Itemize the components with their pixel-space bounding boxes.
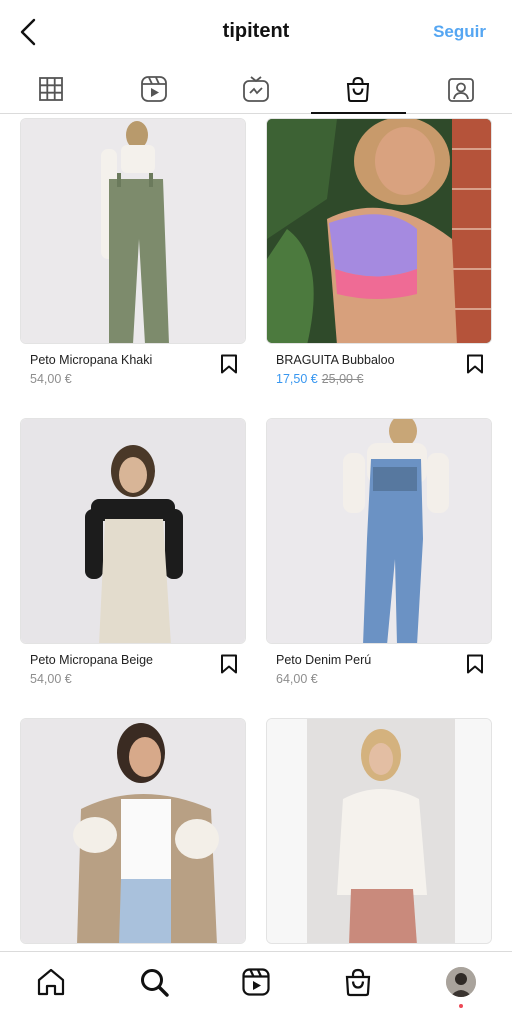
product-image[interactable] xyxy=(266,418,492,644)
app-header: tipitent Seguir xyxy=(0,0,512,64)
product-sale-price: 17,50 €25,00 € xyxy=(276,372,363,386)
search-icon xyxy=(140,969,169,997)
product-price: 54,00 € xyxy=(30,372,72,386)
tab-igtv[interactable] xyxy=(205,64,307,113)
notification-dot xyxy=(458,1004,463,1008)
tab-reels[interactable] xyxy=(102,64,204,113)
reels-icon xyxy=(140,75,167,102)
product-price: 64,00 € xyxy=(276,672,318,686)
nav-search[interactable] xyxy=(102,952,204,1024)
reels-icon xyxy=(242,968,270,996)
bottom-nav xyxy=(0,951,512,1024)
product-info: BRAGUITA Bubbaloo 17,50 €25,00 € xyxy=(266,344,494,404)
tab-shop[interactable] xyxy=(307,64,409,114)
nav-profile[interactable] xyxy=(410,952,512,1024)
bookmark-icon[interactable] xyxy=(220,654,238,674)
product-image[interactable] xyxy=(20,418,246,644)
shop-icon xyxy=(346,968,371,997)
shop-bag-icon xyxy=(347,76,370,102)
grid-icon xyxy=(39,76,64,101)
product-image[interactable] xyxy=(20,718,246,944)
product-info: Peto Micropana Khaki 54,00 € xyxy=(20,344,248,404)
product-image[interactable] xyxy=(266,718,492,944)
product-info: Peto Denim Perú 64,00 € xyxy=(266,644,494,704)
tab-grid[interactable] xyxy=(0,64,102,113)
product-card[interactable]: Peto Micropana Khaki 54,00 € xyxy=(20,118,248,404)
home-icon xyxy=(38,968,65,996)
product-price: 54,00 € xyxy=(30,672,72,686)
product-card[interactable]: Peto Denim Perú 64,00 € xyxy=(266,418,494,704)
product-name: Peto Micropana Khaki xyxy=(30,353,153,367)
igtv-icon xyxy=(243,75,269,102)
nav-home[interactable] xyxy=(0,952,102,1024)
tab-tagged[interactable] xyxy=(410,64,512,113)
original-price: 25,00 € xyxy=(321,372,364,386)
product-card[interactable]: Peto Micropana Beige 54,00 € xyxy=(20,418,248,704)
profile-tabs xyxy=(0,64,512,114)
bookmark-icon[interactable] xyxy=(466,654,484,674)
product-image[interactable] xyxy=(266,118,492,344)
product-name: Peto Denim Perú xyxy=(276,653,372,667)
profile-avatar xyxy=(445,967,476,997)
product-card[interactable] xyxy=(266,718,494,944)
product-card[interactable]: BRAGUITA Bubbaloo 17,50 €25,00 € xyxy=(266,118,494,404)
follow-button[interactable]: Seguir xyxy=(433,22,486,42)
product-name: Peto Micropana Beige xyxy=(30,653,153,667)
nav-shop[interactable] xyxy=(307,952,409,1024)
product-card[interactable] xyxy=(20,718,248,944)
product-info: Peto Micropana Beige 54,00 € xyxy=(20,644,248,704)
bookmark-icon[interactable] xyxy=(466,354,484,374)
product-image[interactable] xyxy=(20,118,246,344)
nav-reels[interactable] xyxy=(205,952,307,1024)
sale-price: 17,50 € xyxy=(276,372,318,386)
tagged-icon xyxy=(447,77,474,102)
bookmark-icon[interactable] xyxy=(220,354,238,374)
product-name: BRAGUITA Bubbaloo xyxy=(276,353,395,367)
